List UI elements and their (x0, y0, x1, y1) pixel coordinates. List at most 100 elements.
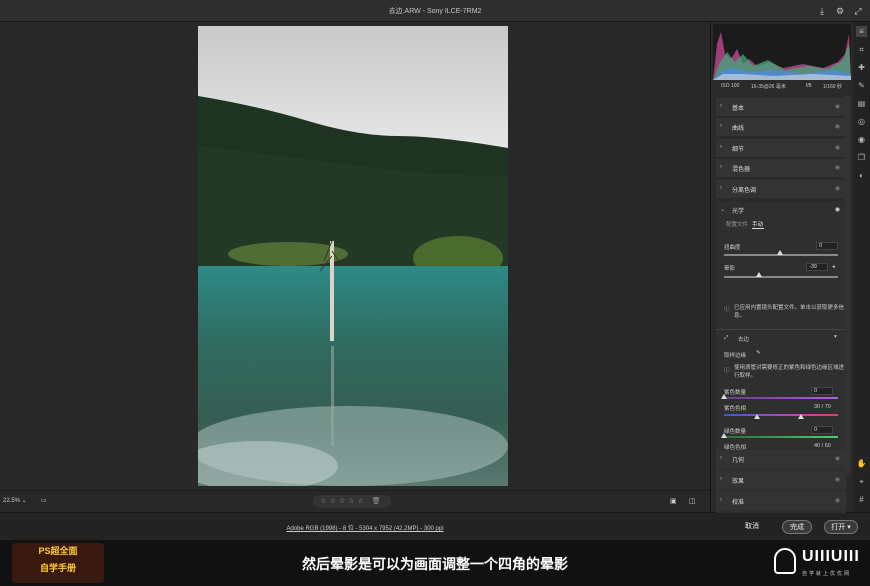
eye-icon[interactable]: ◉ (835, 123, 840, 130)
save-icon[interactable]: ⤓ (815, 4, 829, 18)
cancel-button[interactable]: 取消 (736, 520, 768, 534)
before-after-icon[interactable]: ▭ (41, 497, 47, 504)
tab-manual[interactable]: 手动 (752, 220, 763, 228)
green-amount-thumb[interactable] (721, 433, 727, 438)
grid-icon[interactable]: # (856, 494, 867, 505)
eye-icon[interactable]: ◉ (835, 185, 840, 192)
star-rating[interactable]: ☆☆☆☆☆ 🗑 (313, 495, 391, 508)
eye-icon[interactable]: ◉ (835, 476, 840, 483)
chevron-right-icon: › (720, 476, 722, 482)
eye-icon[interactable]: ◉ (835, 455, 840, 462)
chevron-right-icon: › (720, 455, 722, 461)
divider (716, 329, 846, 330)
course-logo: PS超全面 自学手册 (12, 543, 104, 583)
chevron-down-icon[interactable]: ⌄ (720, 206, 725, 213)
purple-amount-thumb[interactable] (721, 394, 727, 399)
bulb-logo-icon (774, 548, 796, 574)
zoom-level[interactable]: 22.5% ⌄ (3, 497, 27, 504)
reset-arrow-icon[interactable]: ◂ (832, 264, 835, 270)
eye-icon[interactable]: ◉ (835, 103, 840, 110)
section-color-mixer-label: 混色器 (732, 167, 751, 173)
defringe-info-text: 使用滴管对需要修正的紫色和绿色边缘区域进行取样。 (734, 365, 845, 379)
chevron-right-icon: › (720, 497, 722, 503)
vignette-value[interactable]: -39 (806, 263, 828, 271)
section-curves[interactable]: › 曲线 ◉ (716, 118, 846, 136)
sliders-icon[interactable]: ≡ (856, 26, 867, 37)
window-title: 去边.ARW - Sony ILCE-7RM2 (388, 8, 482, 15)
distortion-thumb[interactable] (777, 250, 783, 255)
video-subtitle-bar: 然后晕影是可以为画面调整一个四角的晕影 (0, 540, 870, 586)
logo-line-2: 自学手册 (39, 563, 76, 573)
section-detail-label: 细节 (732, 147, 745, 153)
panel-scrollbar[interactable] (845, 95, 850, 475)
section-color-mixer[interactable]: › 混色器 ◉ (716, 159, 846, 177)
eye-icon[interactable]: ◉ (835, 164, 840, 171)
distortion-label: 扭曲度 (724, 245, 741, 251)
eyedropper-icon[interactable]: ✎ (756, 350, 761, 356)
green-amount-slider[interactable] (724, 436, 838, 438)
open-button[interactable]: 打开 ▾ (824, 520, 858, 534)
workflow-options-link[interactable]: Adobe RGB (1998) - 8 位 - 5304 x 7952 (42… (0, 523, 730, 532)
section-geometry-label: 几何 (732, 458, 745, 464)
landscape-photo-image (198, 26, 508, 486)
open-button-label: 打开 (831, 524, 846, 531)
distortion-value[interactable]: 0 (816, 242, 838, 250)
eye-icon[interactable]: ◉ (835, 497, 840, 504)
shutter-value: 1/160 秒 (823, 84, 842, 90)
section-geometry[interactable]: › 几何 ◉ (716, 450, 846, 468)
redeye-icon[interactable]: ◉ (856, 134, 867, 145)
purple-amount-slider[interactable] (724, 397, 838, 399)
purple-hue-label: 紫色色相 (724, 406, 747, 412)
canvas-bottom-bar: 22.5% ⌄ ▭ ☆☆☆☆☆ 🗑 ▣ ◫ (0, 490, 710, 512)
tool-strip: ≡ ⌗ ✚ ✎ ▤ ◎ ◉ ❐ ◐ ✋ ⌖ # (853, 22, 870, 512)
app-window: 去边.ARW - Sony ILCE-7RM2 ⤓ ⚙ ⤢ 22.5% ⌄ ▭ … (0, 0, 870, 586)
info-icon-2: ⓘ (724, 368, 730, 374)
eye-icon[interactable]: ◉ (835, 206, 840, 213)
histogram (713, 24, 851, 80)
section-effects[interactable]: › 效果 ◉ (716, 471, 846, 489)
gradient-icon[interactable]: ▤ (856, 98, 867, 109)
presets-icon[interactable]: ◐ (856, 170, 867, 181)
done-button[interactable]: 完成 (782, 520, 812, 534)
purple-hue-slider[interactable] (724, 414, 838, 416)
vignette-thumb[interactable] (756, 272, 762, 277)
purple-hue-thumb-high[interactable] (798, 414, 804, 419)
section-curves-label: 曲线 (732, 126, 745, 132)
vignette-slider[interactable] (724, 276, 838, 278)
section-basic[interactable]: › 基本 ◉ (716, 98, 846, 116)
green-hue-value[interactable]: 40 / 60 (814, 443, 831, 449)
chevron-right-icon: › (720, 123, 722, 129)
tab-indicator (752, 228, 764, 229)
purple-hue-thumb-low[interactable] (754, 414, 760, 419)
radial-icon[interactable]: ◎ (856, 116, 867, 127)
section-split-toning[interactable]: › 分离色调 ◉ (716, 180, 846, 198)
expand-icon[interactable]: ⤢ (851, 4, 865, 18)
single-view-icon[interactable]: ▣ (670, 497, 677, 505)
crop-icon[interactable]: ⌗ (856, 44, 867, 55)
brand-name: UIIIUIII (802, 548, 860, 565)
chevron-right-icon: › (720, 164, 722, 170)
section-calibration[interactable]: › 校准 ◉ (716, 492, 846, 510)
green-amount-value[interactable]: 0 (811, 426, 833, 434)
caret-down-icon[interactable]: ▾ (834, 334, 837, 340)
brush-icon[interactable]: ✎ (856, 80, 867, 91)
color-sampler-icon[interactable]: ⌖ (856, 476, 867, 487)
eye-icon[interactable]: ◉ (835, 144, 840, 151)
section-detail[interactable]: › 细节 ◉ (716, 139, 846, 157)
purple-amount-value[interactable]: 0 (811, 387, 833, 395)
snapshots-icon[interactable]: ❐ (856, 152, 867, 163)
green-amount-label: 绿色数量 (724, 429, 747, 435)
sample-fringe-label: 取样边缘 (724, 353, 747, 359)
purple-hue-value[interactable]: 30 / 70 (814, 404, 831, 410)
tab-profile[interactable]: 配置文件 (726, 220, 748, 228)
compare-view-icon[interactable]: ◫ (689, 497, 696, 505)
brand-tagline: 自学就上优优网 (802, 571, 852, 577)
gear-icon[interactable]: ⚙ (833, 4, 847, 18)
lens-value: 16-35@26 毫米 (751, 84, 786, 90)
heal-icon[interactable]: ✚ (856, 62, 867, 73)
vignette-label: 晕影 (724, 266, 736, 272)
chevron-right-icon: › (720, 103, 722, 109)
preview-photo (198, 26, 508, 486)
hand-icon[interactable]: ✋ (856, 458, 867, 469)
optics-title: 光学 (732, 209, 745, 215)
